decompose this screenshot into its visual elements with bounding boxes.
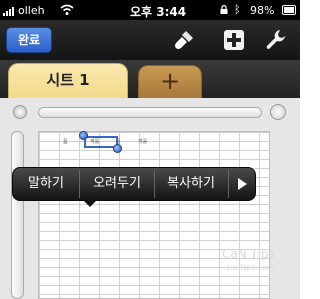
add-icon[interactable] (222, 28, 246, 52)
column-resize-handle[interactable] (270, 104, 286, 120)
wifi-icon (60, 4, 74, 15)
toolbar: 완료 (0, 20, 300, 60)
wrench-icon[interactable] (264, 28, 288, 52)
paintbrush-icon[interactable] (172, 28, 196, 52)
signal-icon (3, 6, 16, 16)
menu-pointer (83, 200, 97, 207)
lock-icon (220, 5, 228, 14)
clock: 오후 3:44 (130, 5, 187, 19)
selection-handle-start[interactable] (79, 131, 88, 140)
tab-sheet-1[interactable]: 시트 1 (8, 63, 128, 98)
status-bar: olleh 오후 3:44 ᛒ 98% (0, 0, 300, 20)
cell-text: 품 (63, 139, 68, 145)
carrier-name: olleh (18, 4, 45, 17)
table-select-handle[interactable] (13, 105, 27, 119)
column-header-bar[interactable] (38, 107, 262, 118)
cell-text: 개률 (138, 139, 148, 145)
battery-icon (282, 5, 296, 15)
context-menu: 말하기 오려두기 복사하기 (12, 167, 256, 201)
battery-percent: 98% (250, 4, 275, 17)
watermark-sub: cantips.com (226, 263, 275, 272)
done-button[interactable]: 완료 (6, 27, 52, 53)
menu-item-cut[interactable]: 오려두기 (80, 168, 154, 200)
row-header-bar[interactable] (11, 131, 24, 299)
watermark-title: CaN Tips (222, 247, 275, 261)
menu-item-speak[interactable]: 말하기 (13, 168, 79, 200)
menu-divider (228, 170, 229, 198)
selection-handle-end[interactable] (113, 144, 122, 153)
more-arrow-icon[interactable] (238, 178, 247, 190)
sheet-tab-bar: 시트 1 + (0, 60, 300, 98)
add-sheet-tab[interactable]: + (138, 65, 202, 98)
watermark: CaN Tips cantips.com (222, 248, 275, 274)
bluetooth-icon: ᛒ (234, 3, 241, 16)
menu-item-copy[interactable]: 복사하기 (155, 168, 227, 200)
